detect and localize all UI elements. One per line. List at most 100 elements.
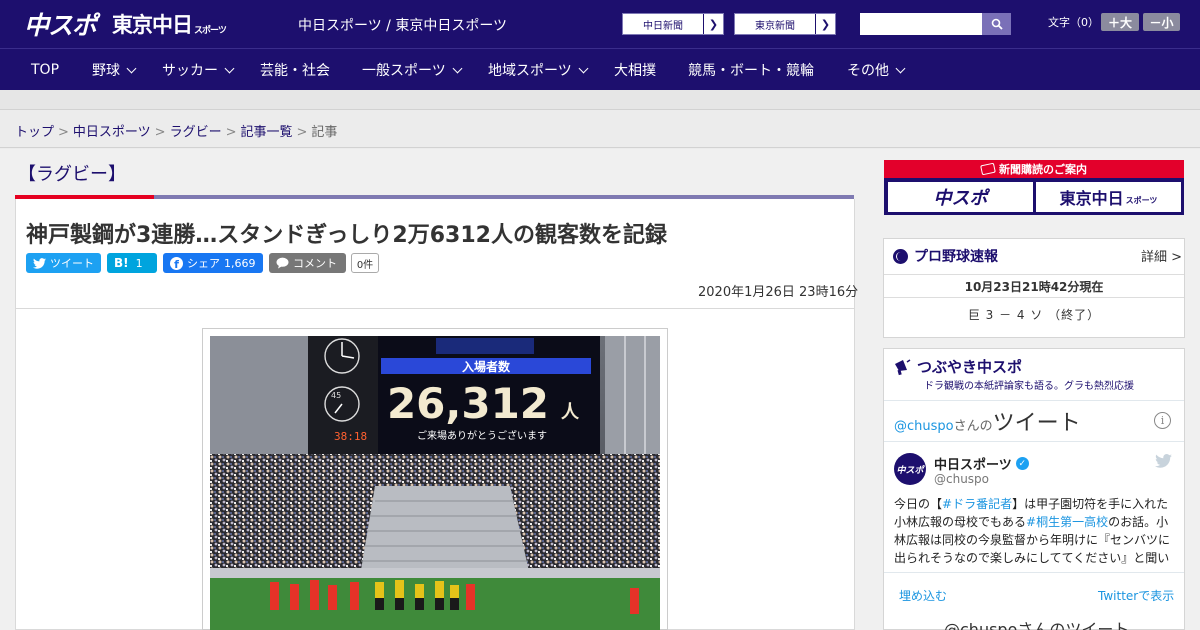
twitter-title-big: ツイート (992, 411, 1081, 436)
promo-title: 新聞購読のご案内 (884, 160, 1184, 178)
tokyo-chunichi-logo[interactable]: 東京中日 スポーツ (112, 8, 227, 40)
font-smaller-button[interactable]: －小 (1143, 13, 1180, 31)
nav-other[interactable]: その他 (847, 49, 906, 91)
hashtag-link[interactable]: #ドラ番記者 (942, 497, 1012, 511)
baseball-detail-link[interactable]: 詳細 > (1141, 246, 1182, 265)
chevron-right-icon: ❯ (703, 14, 723, 34)
search-input[interactable] (860, 13, 982, 35)
tokyo-logo-sub: スポーツ (194, 26, 227, 36)
site-names: 中日スポーツ / 東京中日スポーツ (298, 18, 508, 34)
info-icon[interactable]: i (1154, 412, 1171, 429)
breadcrumb-rugby[interactable]: ラグビー (170, 125, 222, 140)
nav-label: 一般スポーツ (362, 63, 446, 79)
nav-racing[interactable]: 競馬・ボート・競輪 (688, 49, 814, 91)
chevron-down-icon (452, 63, 463, 73)
chevron-right-icon: ❯ (815, 14, 835, 34)
breadcrumb: トップ > 中日スポーツ > ラグビー > 記事一覧 > 記事 (0, 111, 1200, 148)
nav-label: サッカー (162, 63, 218, 79)
twitter-handle: @chuspo (894, 419, 954, 434)
breadcrumb-chuspo[interactable]: 中日スポーツ (73, 125, 151, 140)
chunichi-shimbun-link[interactable]: 中日新聞 ❯ (622, 13, 724, 35)
avatar[interactable]: 中スポ (894, 453, 926, 485)
nav-soccer[interactable]: サッカー (162, 49, 235, 91)
search-button[interactable] (982, 13, 1011, 35)
subscribe-chuspo-button[interactable]: 中スポ (888, 182, 1033, 212)
breadcrumb-current: 記事 (311, 125, 338, 140)
comment-label: コメント (293, 257, 337, 270)
twitter-bird-icon[interactable] (1155, 454, 1172, 468)
font-size-label: 文字（0） (1048, 16, 1099, 29)
nav-label: 競馬・ボート・競輪 (688, 63, 814, 79)
subscribe-tokyo-sub: スポーツ (1125, 196, 1158, 205)
tokyo-shimbun-link[interactable]: 東京新聞 ❯ (734, 13, 836, 35)
breadcrumb-separator: > (296, 125, 308, 140)
breadcrumb-top[interactable]: トップ (15, 125, 54, 140)
verified-badge-icon: ✓ (1015, 457, 1029, 470)
tweet-text-part: 今日の【 (894, 497, 943, 511)
tweet-account-name-text: 中日スポーツ (934, 458, 1012, 473)
view-on-twitter-link[interactable]: Twitterで表示 (1098, 587, 1174, 604)
article-photo[interactable]: 45 38:18 入場者数 26,312 人 ご来場ありがとうございます (210, 336, 660, 630)
megaphone-icon (895, 358, 911, 375)
article-date: 2020年1月26日 23時16分 (698, 285, 859, 300)
tweet-text: 今日の【#ドラ番記者】は甲子園切符を手に入れた小林広報の母校でもある#桐生第一高… (894, 495, 1174, 567)
baseball-icon (893, 248, 908, 264)
embed-link[interactable]: 埋め込む (899, 587, 947, 604)
breadcrumb-article-list[interactable]: 記事一覧 (241, 125, 293, 140)
thanks-message: ご来場ありがとうございます (417, 429, 547, 442)
hatena-icon: B! (114, 256, 129, 270)
newspaper-icon (980, 162, 996, 176)
comment-count: 0件 (351, 253, 379, 273)
chuspo-logo[interactable]: 中スポ (24, 8, 97, 40)
nav-sumo[interactable]: 大相撲 (614, 49, 656, 91)
comment-button[interactable]: コメント (269, 253, 346, 273)
attendance-number: 26,312 (387, 379, 549, 428)
search-icon (991, 18, 1003, 30)
hashtag-link[interactable]: #桐生第一高校 (1026, 515, 1108, 529)
subscribe-tokyo-button[interactable]: 東京中日 スポーツ (1036, 182, 1181, 212)
baseball-score[interactable]: 巨 3 － 4 ソ （終了） (884, 306, 1184, 323)
hatena-bookmark-button[interactable]: B! 1 (107, 253, 157, 273)
facebook-count: 1,669 (224, 256, 256, 270)
more-tweets-link[interactable]: @chuspoさんのツイート (944, 616, 1129, 630)
tweet-account-user[interactable]: @chuspo (934, 472, 989, 486)
link-label: 東京新聞 (755, 20, 795, 32)
nav-label: TOP (31, 62, 60, 78)
breadcrumb-separator: > (154, 125, 166, 140)
nav-label: 芸能・社会 (260, 63, 330, 79)
breadcrumb-separator: > (58, 125, 69, 140)
tweet-label: ツイート (50, 257, 94, 270)
nav-label: 大相撲 (614, 63, 656, 79)
baseball-title-text: プロ野球速報 (914, 249, 998, 265)
promo-title-text: 新聞購読のご案内 (999, 163, 1087, 176)
chevron-down-icon (224, 63, 235, 73)
font-larger-button[interactable]: ＋大 (1101, 13, 1139, 31)
baseball-timestamp: 10月23日21時42分現在 (884, 274, 1184, 298)
nav-general-sports[interactable]: 一般スポーツ (362, 49, 463, 91)
main-nav: TOP 野球 サッカー 芸能・社会 一般スポーツ 地域スポーツ 大相撲 競馬・ボ… (0, 48, 1200, 90)
tweets-subtitle: ドラ観戦の本紙評論家も語る。グラも熱烈応援 (924, 381, 1134, 392)
article-category: 【ラグビー】 (18, 164, 126, 185)
ad-band (0, 90, 1200, 110)
nav-top[interactable]: TOP (31, 49, 59, 91)
tweet-button[interactable]: ツイート (26, 253, 101, 273)
hatena-count: 1 (135, 256, 143, 270)
twitter-embed-title[interactable]: @chuspoさんのツイート (894, 405, 1081, 437)
twitter-handle-suffix: さんの (953, 419, 993, 434)
facebook-icon: f (170, 256, 183, 270)
facebook-share-button[interactable]: f シェア 1,669 (163, 253, 263, 273)
nav-label: 地域スポーツ (488, 63, 572, 79)
search-box (860, 13, 1011, 35)
tweet-account-name[interactable]: 中日スポーツ ✓ (934, 454, 1029, 473)
nav-label: その他 (847, 63, 889, 79)
subscribe-tokyo-label: 東京中日 (1059, 189, 1124, 208)
nav-baseball[interactable]: 野球 (92, 49, 137, 91)
nav-local-sports[interactable]: 地域スポーツ (488, 49, 589, 91)
twitter-bird-icon (33, 257, 46, 269)
chevron-down-icon (895, 63, 906, 73)
tweets-title-text: つぶやき中スポ (917, 358, 1023, 376)
link-label: 中日新聞 (643, 20, 683, 32)
tweets-title: つぶやき中スポ (893, 356, 1022, 377)
nav-entertainment[interactable]: 芸能・社会 (260, 49, 330, 91)
clock-minutes-label: 45 (331, 391, 341, 400)
